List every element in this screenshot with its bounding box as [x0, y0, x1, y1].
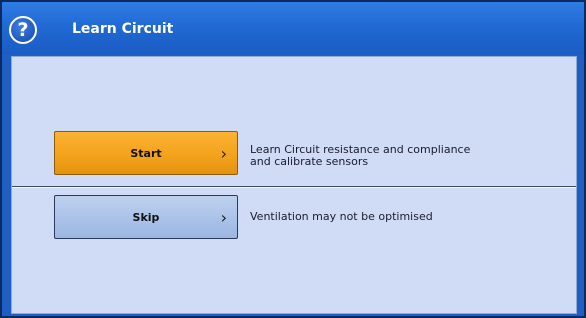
content-panel: Start › Learn Circuit resistance and com…	[11, 56, 577, 314]
learn-circuit-window: ? Learn Circuit Start › Learn Circuit re…	[0, 0, 586, 318]
start-description: Learn Circuit resistance and compliance …	[250, 144, 470, 168]
chevron-right-icon: ›	[220, 208, 227, 227]
help-icon[interactable]: ?	[9, 16, 37, 44]
start-button[interactable]: Start ›	[54, 131, 238, 175]
skip-button[interactable]: Skip ›	[54, 195, 238, 239]
title-bar: ? Learn Circuit	[2, 2, 584, 54]
skip-button-label: Skip	[132, 210, 160, 224]
skip-description: Ventilation may not be optimised	[250, 210, 433, 223]
window-title: Learn Circuit	[72, 21, 174, 37]
start-description-line2: and calibrate sensors	[250, 155, 369, 168]
chevron-right-icon: ›	[220, 144, 227, 163]
start-button-label: Start	[130, 146, 162, 160]
divider	[12, 186, 576, 188]
